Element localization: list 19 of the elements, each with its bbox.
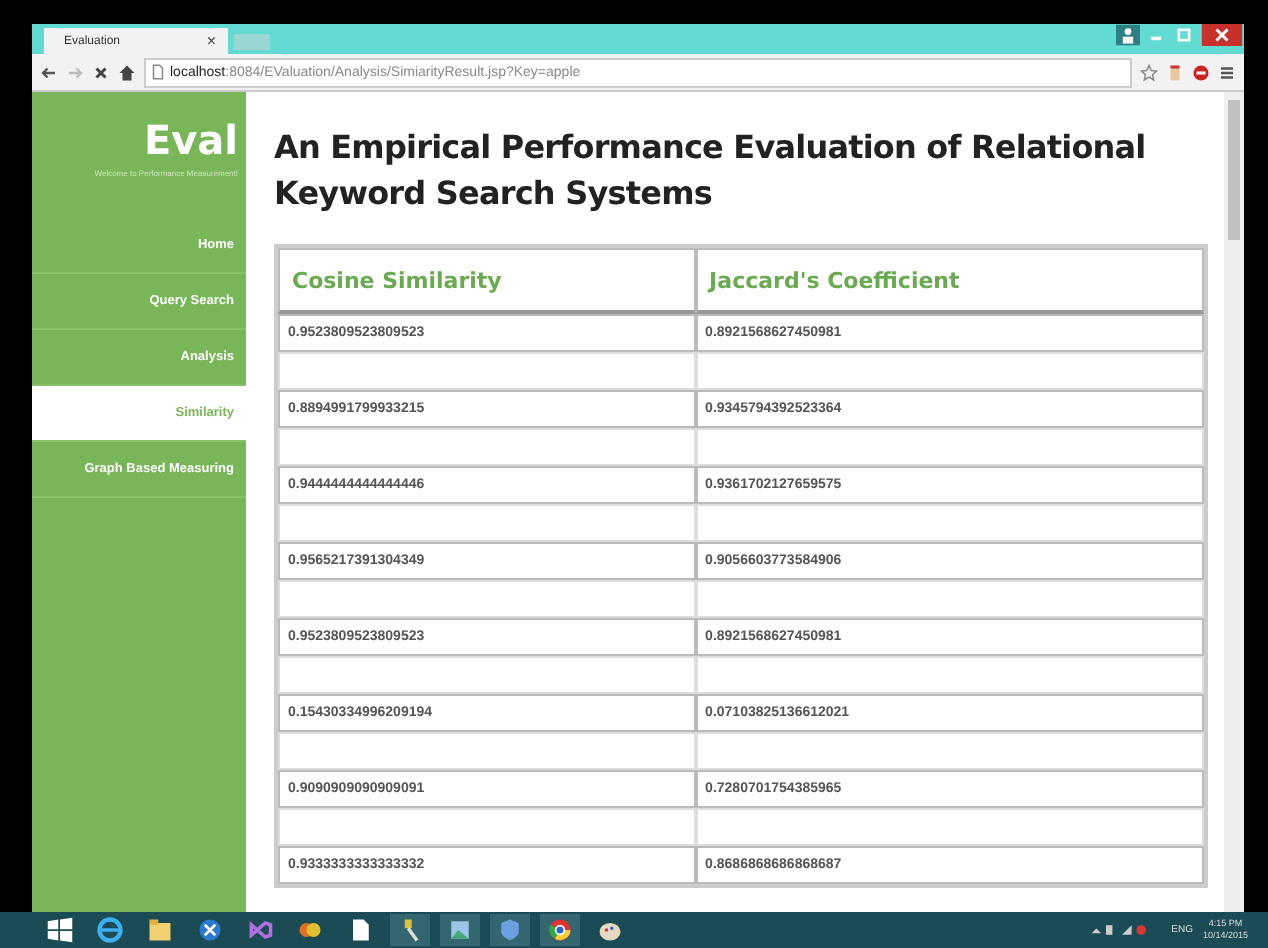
extension-icon[interactable] [1166, 63, 1184, 81]
chrome-icon[interactable] [540, 914, 580, 946]
star-icon[interactable] [1140, 63, 1158, 81]
close-icon[interactable]: × [206, 32, 216, 50]
column-header: Jaccard's Coefficient [695, 248, 1204, 314]
page-icon [152, 64, 164, 80]
scrollbar[interactable] [1224, 92, 1244, 912]
page-title: An Empirical Performance Evaluation of Relational Keyword Search Systems [274, 126, 1148, 216]
site-logo[interactable]: Eval [32, 92, 246, 164]
column-header: Cosine Similarity [278, 248, 696, 314]
adblock-icon[interactable] [1192, 63, 1210, 81]
image-icon[interactable] [440, 914, 480, 946]
user-icon[interactable] [1116, 24, 1140, 46]
home-icon[interactable] [118, 63, 136, 81]
close-icon[interactable] [1200, 24, 1244, 46]
menu-icon[interactable] [1218, 63, 1236, 81]
back-icon[interactable] [40, 63, 58, 81]
stop-icon[interactable] [92, 63, 110, 81]
tools-icon[interactable] [390, 914, 430, 946]
